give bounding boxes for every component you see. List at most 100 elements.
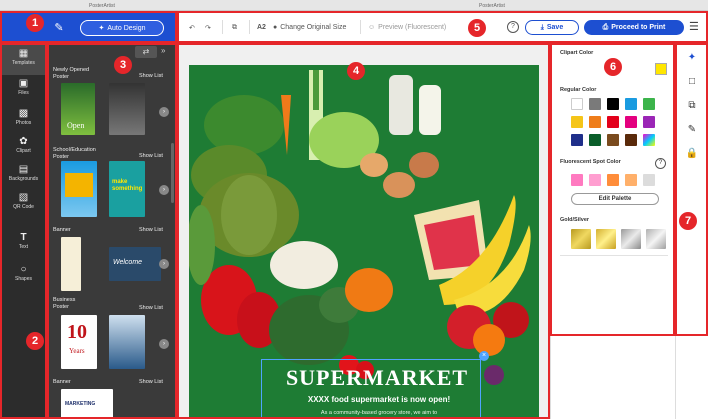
color-swatch[interactable]	[643, 116, 655, 128]
sidebar-item-label: Files	[18, 90, 29, 96]
browser-tab[interactable]: PosterArtist	[86, 1, 146, 10]
sidebar-item-templates[interactable]: ▦ Templates	[0, 45, 47, 75]
auto-design-button[interactable]: ✦ Auto Design	[80, 20, 164, 36]
sidebar-item-files[interactable]: ▣ Files	[0, 75, 47, 105]
fluorescent-swatch[interactable]	[571, 174, 583, 186]
sidebar-item-qrcode[interactable]: ▧ QR Code	[0, 189, 47, 219]
sidebar-item-label: Clipart	[16, 148, 31, 154]
show-list-label: Show List	[139, 379, 163, 385]
tab-title: PosterArtist	[479, 2, 505, 9]
show-list-link[interactable]: Show List	[139, 379, 163, 385]
color-swatch[interactable]	[589, 116, 601, 128]
sidebar-item-clipart[interactable]: ✿ Clipart	[0, 133, 47, 163]
scroll-right-icon[interactable]: ›	[159, 339, 169, 349]
color-swatch[interactable]	[571, 134, 583, 146]
template-thumbnail[interactable]	[61, 161, 97, 217]
show-list-link[interactable]: Show List	[139, 73, 163, 79]
annotation-badge: 1	[26, 14, 44, 32]
preview-fluorescent-button[interactable]: ☺ Preview (Fluorescent)	[368, 21, 446, 34]
panel-scrollbar[interactable]	[171, 143, 174, 203]
help-icon[interactable]: ?	[507, 21, 519, 33]
sidebar-item-label: Photos	[15, 120, 32, 126]
silver-swatch[interactable]	[621, 229, 641, 249]
color-swatch[interactable]	[607, 134, 619, 146]
silver-swatch[interactable]	[646, 229, 666, 249]
hamburger-menu-icon[interactable]: ☰	[689, 20, 699, 33]
color-swatch[interactable]	[607, 116, 619, 128]
sidebar-item-backgrounds[interactable]: ▤ Backgrounds	[0, 161, 47, 191]
gold-swatch[interactable]	[596, 229, 616, 249]
show-list-link[interactable]: Show List	[139, 305, 163, 311]
template-thumbnail[interactable]: Welcome	[109, 247, 161, 281]
template-thumbnail[interactable]	[61, 237, 81, 291]
poster-title[interactable]: SUPERMARKET	[277, 365, 477, 391]
sparkle-icon: ✦	[98, 25, 105, 32]
sidebar-item-shapes[interactable]: ○ Shapes	[0, 261, 47, 291]
backgrounds-icon: ▤	[18, 164, 29, 175]
color-swatch[interactable]	[643, 98, 655, 110]
layers-icon[interactable]: ⧉	[685, 99, 699, 113]
template-thumbnail[interactable]: make something	[109, 161, 145, 217]
color-swatch[interactable]	[571, 98, 583, 110]
show-list-link[interactable]: Show List	[139, 153, 163, 159]
poster-description[interactable]: As a community-based grocery store, we a…	[259, 410, 499, 416]
crop-icon[interactable]: □	[685, 75, 699, 89]
undo-icon[interactable]: ↶	[189, 21, 195, 34]
filter-icon[interactable]: ⇄	[135, 46, 157, 58]
qrcode-icon: ▧	[18, 192, 29, 203]
color-swatch[interactable]	[589, 98, 601, 110]
color-swatch[interactable]	[625, 98, 637, 110]
template-thumbnail[interactable]: 10 Years	[61, 315, 97, 369]
copy-icon[interactable]: ⧉	[232, 21, 237, 34]
color-swatch[interactable]	[625, 116, 637, 128]
fluorescent-swatch[interactable]	[589, 174, 601, 186]
gold-swatch[interactable]	[571, 229, 591, 249]
scroll-right-icon[interactable]: ›	[159, 107, 169, 117]
browser-tab[interactable]: PosterArtist	[476, 1, 536, 10]
show-list-link[interactable]: Show List	[139, 227, 163, 233]
redo-icon[interactable]: ↷	[205, 21, 211, 34]
close-selection-icon[interactable]: ×	[479, 351, 489, 361]
thumbnail-shape	[65, 173, 93, 197]
panel-header: ⇄ »	[47, 43, 177, 61]
scroll-right-icon[interactable]: ›	[159, 185, 169, 195]
color-picker-swatch[interactable]	[643, 134, 655, 146]
sidebar-item-label: QR Code	[13, 204, 34, 210]
sidebar-item-label: Text	[18, 244, 29, 250]
sidebar-item-photos[interactable]: ▩ Photos	[0, 105, 47, 135]
template-thumbnail[interactable]: Open	[61, 83, 95, 135]
poster-canvas[interactable]: SUPERMARKET XXXX food supermarket is now…	[189, 65, 539, 419]
current-color-swatch[interactable]	[655, 63, 667, 75]
new-document-icon[interactable]: ✎	[52, 21, 66, 35]
color-swatch[interactable]	[589, 134, 601, 146]
lock-icon[interactable]: 🔒	[685, 147, 699, 161]
edit-palette-button[interactable]: Edit Palette	[571, 193, 659, 205]
fluorescent-swatch[interactable]	[607, 174, 619, 186]
change-size-button[interactable]: ● Change Original Size	[273, 21, 346, 34]
edit-icon[interactable]: ✎	[685, 123, 699, 137]
icon-sidebar: ▦ Templates ▣ Files ▩ Photos ✿ Clipart ▤…	[0, 43, 47, 419]
design-canvas-area[interactable]: SUPERMARKET XXXX food supermarket is now…	[177, 43, 550, 419]
collapse-panel-icon[interactable]: »	[161, 46, 165, 55]
fluorescent-swatch[interactable]	[643, 174, 655, 186]
sidebar-item-text[interactable]: T Text	[0, 229, 47, 259]
help-icon[interactable]: ?	[655, 158, 666, 169]
section-title-text: Banner	[53, 379, 71, 385]
section-title-text: Business Poster	[53, 297, 76, 310]
proceed-to-print-button[interactable]: ⎙ Proceed to Print	[584, 20, 684, 35]
template-thumbnail[interactable]: MARKETING	[61, 389, 113, 419]
fluorescent-color-heading: Fluorescent Spot Color	[560, 159, 621, 165]
color-swatch[interactable]	[571, 116, 583, 128]
scroll-right-icon[interactable]: ›	[159, 259, 169, 269]
person-icon: ☺	[368, 24, 376, 31]
poster-subtitle[interactable]: XXXX food supermarket is now open!	[259, 395, 499, 404]
annotation-badge: 7	[679, 212, 697, 230]
template-thumbnail[interactable]	[109, 83, 145, 135]
color-fill-icon[interactable]: ✦	[685, 51, 699, 65]
color-swatch[interactable]	[607, 98, 619, 110]
fluorescent-swatch[interactable]	[625, 174, 637, 186]
save-button[interactable]: ⤓ Save	[525, 20, 579, 35]
files-icon: ▣	[18, 78, 29, 89]
color-swatch[interactable]	[625, 134, 637, 146]
template-thumbnail[interactable]	[109, 315, 145, 369]
